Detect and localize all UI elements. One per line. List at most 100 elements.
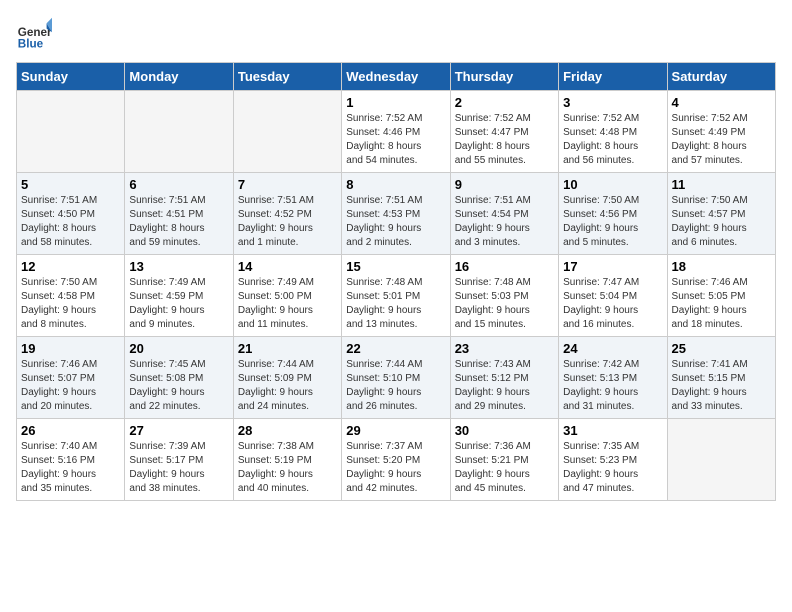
calendar-cell: [667, 419, 775, 501]
weekday-header-friday: Friday: [559, 63, 667, 91]
calendar-cell: 20 Sunrise: 7:45 AM Sunset: 5:08 PM Dayli…: [125, 337, 233, 419]
calendar-cell: 27 Sunrise: 7:39 AM Sunset: 5:17 PM Dayli…: [125, 419, 233, 501]
day-number: 15: [346, 259, 445, 274]
calendar-cell: [125, 91, 233, 173]
calendar-week-row: 1 Sunrise: 7:52 AM Sunset: 4:46 PM Daylig…: [17, 91, 776, 173]
calendar-cell: 30 Sunrise: 7:36 AM Sunset: 5:21 PM Dayli…: [450, 419, 558, 501]
calendar-cell: 28 Sunrise: 7:38 AM Sunset: 5:19 PM Dayli…: [233, 419, 341, 501]
weekday-header-monday: Monday: [125, 63, 233, 91]
day-info: Sunrise: 7:48 AM Sunset: 5:01 PM Dayligh…: [346, 276, 445, 332]
day-info: Sunrise: 7:43 AM Sunset: 5:12 PM Dayligh…: [455, 358, 554, 414]
day-info: Sunrise: 7:50 AM Sunset: 4:57 PM Dayligh…: [672, 194, 771, 250]
calendar-cell: 7Sunrise: 7:51 AM Sunset: 4:52 PM Daylig…: [233, 173, 341, 255]
calendar-cell: 24Sunrise: 7:42 AM Sunset: 5:13 PM Dayli…: [559, 337, 667, 419]
day-info: Sunrise: 7:44 AM Sunset: 5:10 PM Dayligh…: [346, 358, 445, 414]
calendar-cell: 4 Sunrise: 7:52 AM Sunset: 4:49 PM Daylig…: [667, 91, 775, 173]
day-info: Sunrise: 7:35 AM Sunset: 5:23 PM Dayligh…: [563, 440, 662, 496]
calendar-cell: [233, 91, 341, 173]
day-number: 14: [238, 259, 337, 274]
day-number: 3: [563, 95, 662, 110]
day-number: 26: [21, 423, 120, 438]
day-info: Sunrise: 7:50 AM Sunset: 4:58 PM Dayligh…: [21, 276, 120, 332]
day-info: Sunrise: 7:49 AM Sunset: 4:59 PM Dayligh…: [129, 276, 228, 332]
calendar-cell: 14 Sunrise: 7:49 AM Sunset: 5:00 PM Dayli…: [233, 255, 341, 337]
calendar-cell: [17, 91, 125, 173]
day-number: 19: [21, 341, 120, 356]
day-number: 25: [672, 341, 771, 356]
day-info: Sunrise: 7:46 AM Sunset: 5:07 PM Dayligh…: [21, 358, 120, 414]
day-info: Sunrise: 7:36 AM Sunset: 5:21 PM Dayligh…: [455, 440, 554, 496]
day-info: Sunrise: 7:52 AM Sunset: 4:46 PM Dayligh…: [346, 112, 445, 168]
day-number: 16: [455, 259, 554, 274]
calendar-cell: 15 Sunrise: 7:48 AM Sunset: 5:01 PM Dayli…: [342, 255, 450, 337]
day-number: 11: [672, 177, 771, 192]
calendar-cell: 18Sunrise: 7:46 AM Sunset: 5:05 PM Dayli…: [667, 255, 775, 337]
day-info: Sunrise: 7:39 AM Sunset: 5:17 PM Dayligh…: [129, 440, 228, 496]
day-number: 6: [129, 177, 228, 192]
calendar-cell: 19 Sunrise: 7:46 AM Sunset: 5:07 PM Dayli…: [17, 337, 125, 419]
day-info: Sunrise: 7:52 AM Sunset: 4:49 PM Dayligh…: [672, 112, 771, 168]
calendar-cell: 13 Sunrise: 7:49 AM Sunset: 4:59 PM Dayli…: [125, 255, 233, 337]
weekday-header-wednesday: Wednesday: [342, 63, 450, 91]
weekday-header-thursday: Thursday: [450, 63, 558, 91]
calendar-cell: 23 Sunrise: 7:43 AM Sunset: 5:12 PM Dayli…: [450, 337, 558, 419]
day-info: Sunrise: 7:50 AM Sunset: 4:56 PM Dayligh…: [563, 194, 662, 250]
day-number: 24: [563, 341, 662, 356]
day-info: Sunrise: 7:51 AM Sunset: 4:54 PM Dayligh…: [455, 194, 554, 250]
day-number: 30: [455, 423, 554, 438]
calendar-cell: 10Sunrise: 7:50 AM Sunset: 4:56 PM Dayli…: [559, 173, 667, 255]
day-info: Sunrise: 7:52 AM Sunset: 4:48 PM Dayligh…: [563, 112, 662, 168]
logo: General Blue: [16, 16, 52, 52]
day-number: 29: [346, 423, 445, 438]
day-info: Sunrise: 7:44 AM Sunset: 5:09 PM Dayligh…: [238, 358, 337, 414]
calendar-cell: 2 Sunrise: 7:52 AM Sunset: 4:47 PM Daylig…: [450, 91, 558, 173]
day-info: Sunrise: 7:48 AM Sunset: 5:03 PM Dayligh…: [455, 276, 554, 332]
day-number: 9: [455, 177, 554, 192]
day-info: Sunrise: 7:49 AM Sunset: 5:00 PM Dayligh…: [238, 276, 337, 332]
day-number: 27: [129, 423, 228, 438]
calendar-week-row: 19 Sunrise: 7:46 AM Sunset: 5:07 PM Dayli…: [17, 337, 776, 419]
svg-text:Blue: Blue: [18, 38, 44, 51]
day-info: Sunrise: 7:41 AM Sunset: 5:15 PM Dayligh…: [672, 358, 771, 414]
day-number: 28: [238, 423, 337, 438]
calendar-cell: 6 Sunrise: 7:51 AM Sunset: 4:51 PM Daylig…: [125, 173, 233, 255]
calendar-cell: 22 Sunrise: 7:44 AM Sunset: 5:10 PM Dayli…: [342, 337, 450, 419]
day-number: 5: [21, 177, 120, 192]
calendar-week-row: 5 Sunrise: 7:51 AM Sunset: 4:50 PM Daylig…: [17, 173, 776, 255]
weekday-header-row: SundayMondayTuesdayWednesdayThursdayFrid…: [17, 63, 776, 91]
day-number: 20: [129, 341, 228, 356]
calendar-cell: 1 Sunrise: 7:52 AM Sunset: 4:46 PM Daylig…: [342, 91, 450, 173]
day-info: Sunrise: 7:38 AM Sunset: 5:19 PM Dayligh…: [238, 440, 337, 496]
calendar-cell: 12 Sunrise: 7:50 AM Sunset: 4:58 PM Dayli…: [17, 255, 125, 337]
day-info: Sunrise: 7:37 AM Sunset: 5:20 PM Dayligh…: [346, 440, 445, 496]
day-number: 4: [672, 95, 771, 110]
calendar-cell: 17 Sunrise: 7:47 AM Sunset: 5:04 PM Dayli…: [559, 255, 667, 337]
day-info: Sunrise: 7:51 AM Sunset: 4:51 PM Dayligh…: [129, 194, 228, 250]
calendar-cell: 25 Sunrise: 7:41 AM Sunset: 5:15 PM Dayli…: [667, 337, 775, 419]
calendar-week-row: 12 Sunrise: 7:50 AM Sunset: 4:58 PM Dayli…: [17, 255, 776, 337]
calendar-cell: 11 Sunrise: 7:50 AM Sunset: 4:57 PM Dayli…: [667, 173, 775, 255]
day-number: 1: [346, 95, 445, 110]
day-info: Sunrise: 7:51 AM Sunset: 4:50 PM Dayligh…: [21, 194, 120, 250]
calendar-cell: 29 Sunrise: 7:37 AM Sunset: 5:20 PM Dayli…: [342, 419, 450, 501]
day-number: 31: [563, 423, 662, 438]
day-info: Sunrise: 7:47 AM Sunset: 5:04 PM Dayligh…: [563, 276, 662, 332]
day-info: Sunrise: 7:51 AM Sunset: 4:52 PM Dayligh…: [238, 194, 337, 250]
day-info: Sunrise: 7:45 AM Sunset: 5:08 PM Dayligh…: [129, 358, 228, 414]
weekday-header-sunday: Sunday: [17, 63, 125, 91]
day-number: 23: [455, 341, 554, 356]
day-number: 21: [238, 341, 337, 356]
day-info: Sunrise: 7:46 AM Sunset: 5:05 PM Dayligh…: [672, 276, 771, 332]
day-number: 2: [455, 95, 554, 110]
weekday-header-saturday: Saturday: [667, 63, 775, 91]
weekday-header-tuesday: Tuesday: [233, 63, 341, 91]
day-number: 13: [129, 259, 228, 274]
calendar-cell: 16 Sunrise: 7:48 AM Sunset: 5:03 PM Dayli…: [450, 255, 558, 337]
calendar-cell: 8Sunrise: 7:51 AM Sunset: 4:53 PM Daylig…: [342, 173, 450, 255]
day-number: 22: [346, 341, 445, 356]
calendar-cell: 3 Sunrise: 7:52 AM Sunset: 4:48 PM Daylig…: [559, 91, 667, 173]
day-info: Sunrise: 7:52 AM Sunset: 4:47 PM Dayligh…: [455, 112, 554, 168]
day-number: 12: [21, 259, 120, 274]
day-number: 17: [563, 259, 662, 274]
day-number: 8: [346, 177, 445, 192]
